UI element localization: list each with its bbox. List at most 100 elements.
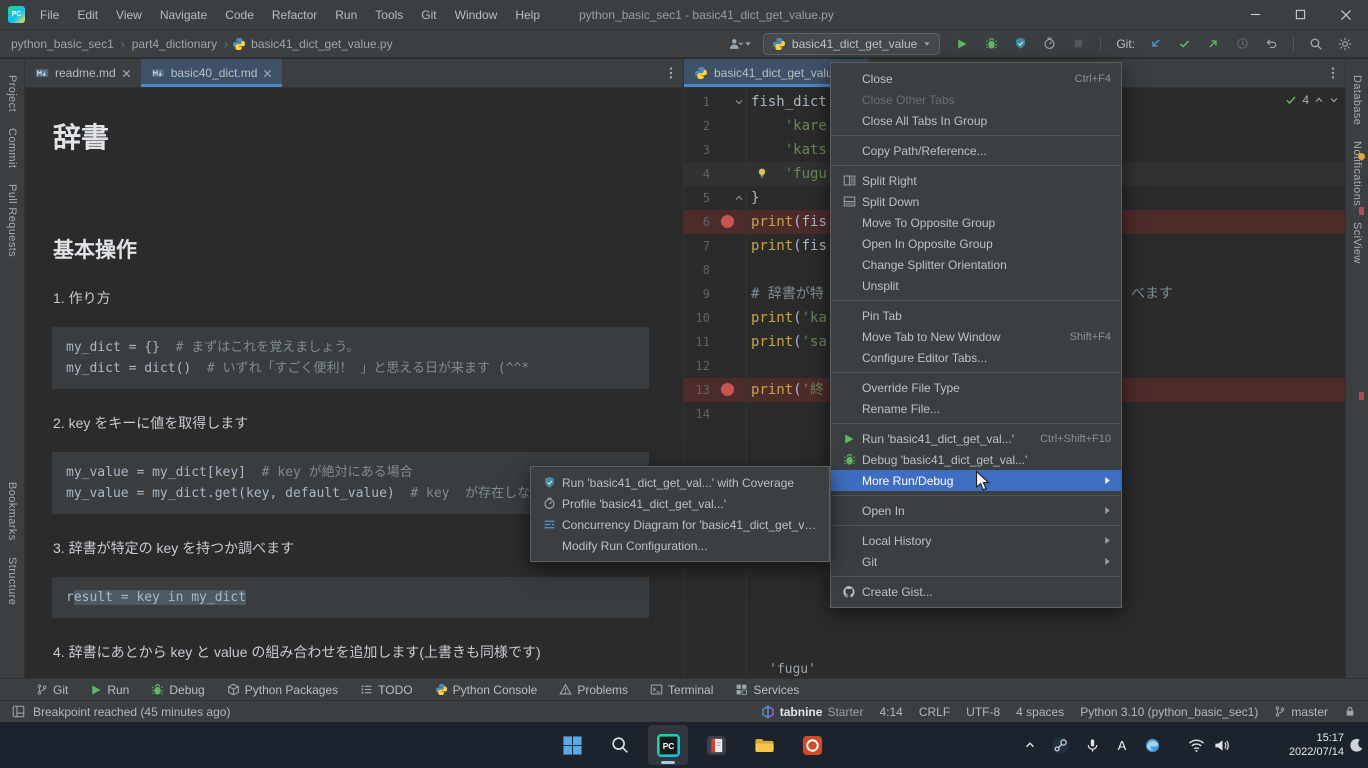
menu-run[interactable]: Run (326, 0, 366, 29)
tabnine-status[interactable]: tabnineStarter (761, 705, 864, 719)
menu-item-profile-basic41-dict-get-val-[interactable]: Profile 'basic41_dict_get_val...' (531, 493, 829, 514)
tool-stripe-bookmarks[interactable]: Bookmarks (6, 482, 18, 541)
status-line-separator[interactable]: CRLF (919, 705, 950, 719)
menu-item-run-basic41-dict-get-val-with-coverage[interactable]: Run 'basic41_dict_get_val...' with Cover… (531, 472, 829, 493)
tool-stripe-notifications[interactable]: Notifications (1351, 141, 1363, 206)
explorer-button[interactable] (744, 725, 784, 765)
git-branch[interactable]: master (1274, 705, 1328, 719)
menu-item-open-in-opposite-group[interactable]: Open In Opposite Group (831, 233, 1121, 254)
menu-item-rename-file-[interactable]: Rename File... (831, 398, 1121, 419)
fold-up-icon[interactable] (734, 192, 744, 206)
run-button[interactable] (951, 33, 973, 55)
more-dots-icon[interactable] (1321, 59, 1345, 87)
menu-item-configure-editor-tabs-[interactable]: Configure Editor Tabs... (831, 347, 1121, 368)
menu-git[interactable]: Git (412, 0, 445, 29)
tool-stripe-project[interactable]: Project (6, 75, 18, 112)
menu-item-split-right[interactable]: Split Right (831, 170, 1121, 191)
menu-item-split-down[interactable]: Split Down (831, 191, 1121, 212)
toolwindow-toggle-icon[interactable] (12, 705, 25, 718)
menu-item-debug-basic41-dict-get-val-[interactable]: Debug 'basic41_dict_get_val...' (831, 449, 1121, 470)
history-button[interactable] (1231, 33, 1253, 55)
debug-button[interactable] (980, 33, 1002, 55)
menu-edit[interactable]: Edit (68, 0, 107, 29)
toolwindow-button-python-packages[interactable]: Python Packages (227, 683, 338, 697)
tool-stripe-pull-requests[interactable]: Pull Requests (6, 184, 18, 257)
search-button[interactable] (1305, 33, 1327, 55)
tool-stripe-database[interactable]: Database (1351, 75, 1363, 125)
red-app-button[interactable] (792, 725, 832, 765)
lock-icon[interactable] (1344, 705, 1356, 718)
menu-item-git[interactable]: Git (831, 551, 1121, 572)
settings-button[interactable] (1334, 33, 1356, 55)
menu-item-local-history[interactable]: Local History (831, 530, 1121, 551)
tool-stripe-sciview[interactable]: SciView (1351, 222, 1363, 264)
menu-item-open-in[interactable]: Open In (831, 500, 1121, 521)
status-file-encoding[interactable]: UTF-8 (966, 705, 1000, 719)
commit-button[interactable] (1173, 33, 1195, 55)
steam-icon[interactable] (1046, 722, 1074, 768)
menu-tools[interactable]: Tools (366, 0, 412, 29)
pycharm-button[interactable]: PC (648, 725, 688, 765)
toolwindow-button-git[interactable]: Git (36, 683, 68, 697)
toolwindow-button-todo[interactable]: TODO (360, 683, 412, 697)
menu-item-close-all-tabs-in-group[interactable]: Close All Tabs In Group (831, 110, 1121, 131)
git-update-button[interactable] (1144, 33, 1166, 55)
stop-button[interactable] (1067, 33, 1089, 55)
status-caret-position[interactable]: 4:14 (879, 705, 902, 719)
push-button[interactable] (1202, 33, 1224, 55)
toolwindow-button-run[interactable]: Run (90, 683, 129, 697)
menu-item-run-basic41-dict-get-val-[interactable]: Run 'basic41_dict_get_val...'Ctrl+Shift+… (831, 428, 1121, 449)
minimize-button[interactable] (1233, 0, 1278, 29)
breadcrumb-item[interactable]: part4_dictionary (129, 37, 220, 51)
toolwindow-button-python-console[interactable]: Python Console (435, 683, 538, 697)
taskbar-clock[interactable]: 15:172022/07/14 (1289, 731, 1344, 759)
menu-item-copy-path-reference-[interactable]: Copy Path/Reference... (831, 140, 1121, 161)
tab-basic40-dict-md[interactable]: basic40_dict.md (141, 59, 283, 87)
menu-help[interactable]: Help (506, 0, 549, 29)
notes-app-button[interactable] (696, 725, 736, 765)
menu-item-move-to-opposite-group[interactable]: Move To Opposite Group (831, 212, 1121, 233)
breadcrumb-item[interactable]: basic41_dict_get_value.py (248, 37, 395, 51)
fold-down-icon[interactable] (734, 96, 744, 110)
menu-refactor[interactable]: Refactor (263, 0, 326, 29)
menu-view[interactable]: View (107, 0, 151, 29)
menu-code[interactable]: Code (216, 0, 263, 29)
coverage-button[interactable] (1009, 33, 1031, 55)
moon-icon[interactable] (1342, 722, 1368, 768)
tray-chevron-icon[interactable] (1016, 722, 1044, 768)
tool-stripe-structure[interactable]: Structure (6, 557, 18, 605)
menu-navigate[interactable]: Navigate (151, 0, 216, 29)
menu-item-change-splitter-orientation[interactable]: Change Splitter Orientation (831, 254, 1121, 275)
toolwindow-button-services[interactable]: Services (735, 683, 799, 697)
status-python-interpreter[interactable]: Python 3.10 (python_basic_sec1) (1080, 705, 1258, 719)
menu-item-close[interactable]: CloseCtrl+F4 (831, 68, 1121, 89)
toolwindow-button-debug[interactable]: Debug (151, 683, 204, 697)
menu-item-move-tab-to-new-window[interactable]: Move Tab to New WindowShift+F4 (831, 326, 1121, 347)
tab-readme-md[interactable]: readme.md (25, 59, 141, 87)
menu-item-unsplit[interactable]: Unsplit (831, 275, 1121, 296)
toolwindow-button-terminal[interactable]: Terminal (650, 683, 713, 697)
volume-icon[interactable] (1208, 722, 1236, 768)
ime-mode-indicator[interactable]: A (1108, 722, 1136, 768)
run-config-select[interactable]: basic41_dict_get_value (763, 33, 940, 55)
edge-icon[interactable] (1138, 722, 1166, 768)
wifi-icon[interactable] (1182, 722, 1210, 768)
menu-item-modify-run-configuration-[interactable]: Modify Run Configuration... (531, 535, 829, 556)
rollback-button[interactable] (1260, 33, 1282, 55)
status-indent-style[interactable]: 4 spaces (1016, 705, 1064, 719)
tool-stripe-commit[interactable]: Commit (6, 128, 18, 168)
breakpoint-icon[interactable] (721, 215, 734, 228)
menu-item-concurrency-diagram-for-basic41-dict-get-val-[interactable]: Concurrency Diagram for 'basic41_dict_ge… (531, 514, 829, 535)
breadcrumb-item[interactable]: python_basic_sec1 (8, 37, 117, 51)
menu-window[interactable]: Window (446, 0, 507, 29)
toolwindow-button-problems[interactable]: Problems (559, 683, 628, 697)
menu-item-override-file-type[interactable]: Override File Type (831, 377, 1121, 398)
taskbar-search-button[interactable] (600, 725, 640, 765)
more-dots-icon[interactable] (659, 59, 683, 87)
profiler-button[interactable] (1038, 33, 1060, 55)
close-button[interactable] (1323, 0, 1368, 29)
menu-file[interactable]: File (31, 0, 68, 29)
breakpoint-icon[interactable] (721, 383, 734, 396)
maximize-button[interactable] (1278, 0, 1323, 29)
mic-icon[interactable] (1078, 722, 1106, 768)
